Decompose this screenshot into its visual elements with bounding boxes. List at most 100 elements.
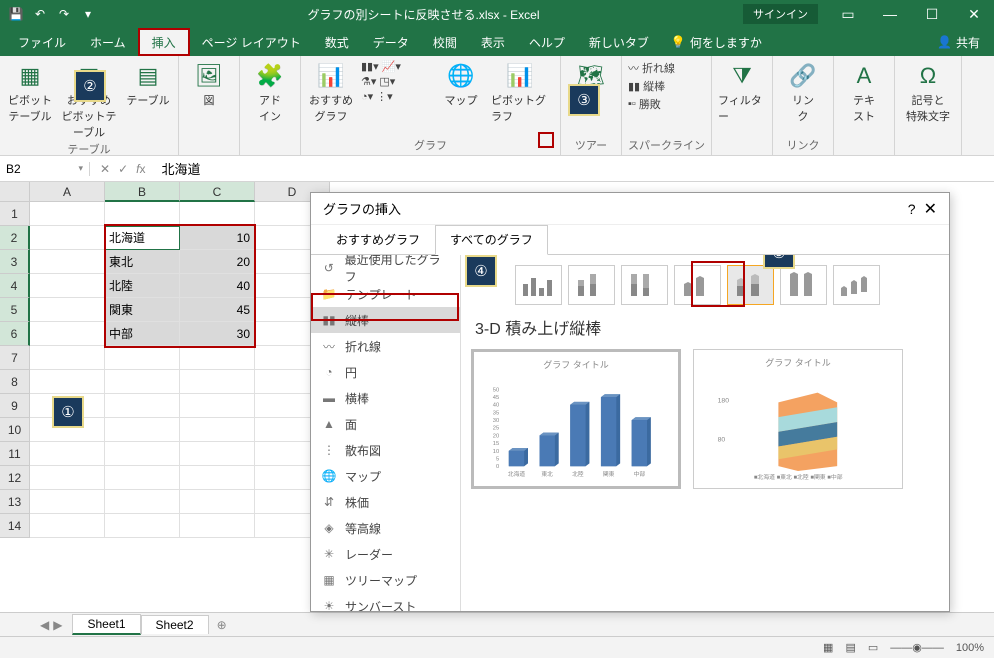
row-header[interactable]: 2 xyxy=(0,226,30,250)
name-box[interactable]: B2▾ xyxy=(0,162,90,176)
cell-b2[interactable]: 北海道 xyxy=(105,226,180,250)
col-header-c[interactable]: C xyxy=(180,182,255,202)
map-button[interactable]: 🌐マップ xyxy=(437,60,485,108)
table-button[interactable]: ▤テーブル xyxy=(124,60,172,108)
zoom-level[interactable]: 100% xyxy=(956,642,984,654)
cell-c2[interactable]: 10 xyxy=(180,226,255,250)
sheet-next-icon[interactable]: ▶ xyxy=(53,618,62,632)
save-icon[interactable]: 💾 xyxy=(6,4,26,24)
enter-icon[interactable]: ✓ xyxy=(118,162,128,176)
chart-type-recent[interactable]: ↺最近使用したグラフ xyxy=(311,255,460,281)
row-header[interactable]: 13 xyxy=(0,490,30,514)
row-header[interactable]: 12 xyxy=(0,466,30,490)
undo-icon[interactable]: ↶ xyxy=(30,4,50,24)
cell-b5[interactable]: 関東 xyxy=(105,298,180,322)
cancel-icon[interactable]: ✕ xyxy=(100,162,110,176)
subtype-stacked-column[interactable] xyxy=(568,265,615,305)
pivot-chart-button[interactable]: 📊ピボットグラフ xyxy=(491,60,549,124)
addins-button[interactable]: 🧩アド イン xyxy=(246,60,294,124)
row-header[interactable]: 1 xyxy=(0,202,30,226)
chart-type-stock[interactable]: ⇵株価 xyxy=(311,489,460,515)
row-header[interactable]: 9 xyxy=(0,394,30,418)
tab-review[interactable]: 校閲 xyxy=(421,28,469,56)
row-header[interactable]: 14 xyxy=(0,514,30,538)
subtype-clustered-column[interactable] xyxy=(515,265,562,305)
chart-type-radar[interactable]: ✳レーダー xyxy=(311,541,460,567)
view-pagebreak-icon[interactable]: ▭ xyxy=(868,641,878,654)
stats-chart-icon[interactable]: ⋮▾ xyxy=(376,90,393,103)
dialog-tab-all[interactable]: すべてのグラフ xyxy=(435,225,548,255)
cell-c5[interactable]: 45 xyxy=(180,298,255,322)
tab-data[interactable]: データ xyxy=(361,28,421,56)
subtype-3d-column[interactable] xyxy=(833,265,880,305)
cell-b3[interactable]: 東北 xyxy=(105,250,180,274)
row-header[interactable]: 5 xyxy=(0,298,30,322)
ribbon-options-icon[interactable]: ▭ xyxy=(828,0,868,28)
sparkline-column-button[interactable]: ▮▮縦棒 xyxy=(628,78,688,94)
chart-type-surface[interactable]: ◈等高線 xyxy=(311,515,460,541)
tell-me[interactable]: 💡何をしますか xyxy=(661,28,772,56)
subtype-3d-stacked[interactable] xyxy=(727,265,774,305)
cell-c4[interactable]: 40 xyxy=(180,274,255,298)
close-icon[interactable]: ✕ xyxy=(954,0,994,28)
sheet-prev-icon[interactable]: ◀ xyxy=(40,618,49,632)
pivot-table-button[interactable]: ▦ピボット テーブル xyxy=(6,60,54,124)
col-header-b[interactable]: B xyxy=(105,182,180,202)
subtype-3d-clustered[interactable] xyxy=(674,265,721,305)
signin-button[interactable]: サインイン xyxy=(743,4,818,24)
col-header-a[interactable]: A xyxy=(30,182,105,202)
chart-type-map[interactable]: 🌐マップ xyxy=(311,463,460,489)
preview-chart-1[interactable]: グラフ タイトル 05101520253035404550北海道東北北陸関東中部 xyxy=(471,349,681,489)
row-header[interactable]: 7 xyxy=(0,346,30,370)
chevron-down-icon[interactable]: ▾ xyxy=(78,163,83,174)
symbols-button[interactable]: Ω記号と 特殊文字 xyxy=(901,60,955,124)
cell-b6[interactable]: 中部 xyxy=(105,322,180,346)
text-button[interactable]: Aテキ スト xyxy=(840,60,888,124)
chart-type-column[interactable]: ▮▮縦棒 xyxy=(311,307,460,333)
add-sheet-button[interactable]: ⊕ xyxy=(209,618,235,632)
view-normal-icon[interactable]: ▦ xyxy=(823,641,833,654)
chart-type-treemap[interactable]: ▦ツリーマップ xyxy=(311,567,460,593)
cell-c6[interactable]: 30 xyxy=(180,322,255,346)
row-header[interactable]: 6 xyxy=(0,322,30,346)
chart-type-sunburst[interactable]: ☀サンバースト xyxy=(311,593,460,611)
chart-type-scatter[interactable]: ⋮散布図 xyxy=(311,437,460,463)
hierarchy-chart-icon[interactable]: ◳▾ xyxy=(379,75,395,88)
sheet-tab-2[interactable]: Sheet2 xyxy=(141,615,209,634)
recommended-charts-button[interactable]: 📊おすすめ グラフ xyxy=(307,60,355,124)
qat-more-icon[interactable]: ▾ xyxy=(78,4,98,24)
zoom-slider[interactable]: ——◉—— xyxy=(890,641,944,654)
redo-icon[interactable]: ↷ xyxy=(54,4,74,24)
line-chart-icon[interactable]: 📈▾ xyxy=(382,60,401,73)
chart-type-area[interactable]: ▲面 xyxy=(311,411,460,437)
cell-b4[interactable]: 北陸 xyxy=(105,274,180,298)
subtype-3d-100stacked[interactable] xyxy=(780,265,827,305)
sparkline-winloss-button[interactable]: ▪▫勝敗 xyxy=(628,96,688,112)
cell-c3[interactable]: 20 xyxy=(180,250,255,274)
minimize-icon[interactable]: — xyxy=(870,0,910,28)
subtype-100stacked-column[interactable] xyxy=(621,265,668,305)
row-header[interactable]: 4 xyxy=(0,274,30,298)
tab-custom[interactable]: 新しいタブ xyxy=(577,28,661,56)
chart-type-pie[interactable]: ◔円 xyxy=(311,359,460,385)
row-header[interactable]: 8 xyxy=(0,370,30,394)
sheet-tab-1[interactable]: Sheet1 xyxy=(72,614,140,635)
select-all-button[interactable] xyxy=(0,182,30,202)
preview-chart-2[interactable]: グラフ タイトル 180 80 ■北海道 ■東北 ■北陸 ■関東 ■中部 xyxy=(693,349,903,489)
filter-button[interactable]: ⧩フィルター xyxy=(718,60,766,124)
share-button[interactable]: 👤共有 xyxy=(923,28,994,56)
row-header[interactable]: 11 xyxy=(0,442,30,466)
chart-type-line[interactable]: 〰折れ線 xyxy=(311,333,460,359)
formula-input[interactable]: 北海道 xyxy=(155,159,994,178)
tab-help[interactable]: ヘルプ xyxy=(517,28,577,56)
chart-gallery[interactable]: ▮▮▾📈▾ ⚗▾◳▾ ◔▾⋮▾ xyxy=(361,60,431,103)
view-pagelayout-icon[interactable]: ▤ xyxy=(845,641,855,654)
tab-view[interactable]: 表示 xyxy=(469,28,517,56)
row-header[interactable]: 10 xyxy=(0,418,30,442)
tab-home[interactable]: ホーム xyxy=(78,28,138,56)
link-button[interactable]: 🔗リン ク xyxy=(779,60,827,124)
maximize-icon[interactable]: ☐ xyxy=(912,0,952,28)
combo-chart-icon[interactable]: ⚗▾ xyxy=(361,75,376,88)
dialog-help-icon[interactable]: ? xyxy=(908,201,916,217)
row-header[interactable]: 3 xyxy=(0,250,30,274)
